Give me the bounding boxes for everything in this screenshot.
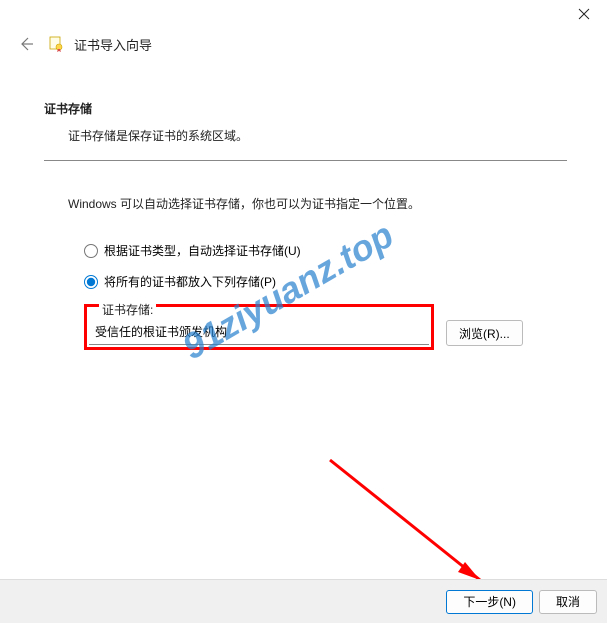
section-title: 证书存储 (44, 100, 567, 117)
radio-auto-label: 根据证书类型，自动选择证书存储(U) (104, 242, 301, 259)
explain-text: Windows 可以自动选择证书存储，你也可以为证书指定一个位置。 (68, 195, 567, 212)
radio-manual-label: 将所有的证书都放入下列存储(P) (104, 273, 276, 290)
wizard-title: 证书导入向导 (74, 35, 152, 54)
next-button[interactable]: 下一步(N) (446, 590, 533, 614)
store-row: 证书存储: 浏览(R)... (84, 304, 567, 350)
highlight-box: 证书存储: (84, 304, 434, 350)
back-button[interactable] (14, 32, 38, 56)
store-fieldset: 证书存储: (89, 309, 429, 345)
close-icon (578, 8, 590, 20)
radio-auto-input[interactable] (84, 244, 98, 258)
store-input[interactable] (89, 319, 429, 345)
radio-auto-select[interactable]: 根据证书类型，自动选择证书存储(U) (84, 242, 567, 259)
wizard-header: 证书导入向导 (14, 32, 152, 56)
divider (44, 160, 567, 161)
radio-manual-input[interactable] (84, 275, 98, 289)
store-legend: 证书存储: (99, 301, 156, 318)
close-button[interactable] (561, 0, 607, 28)
browse-button[interactable]: 浏览(R)... (446, 320, 523, 346)
back-arrow-icon (17, 35, 35, 53)
content-area: 证书存储 证书存储是保存证书的系统区域。 Windows 可以自动选择证书存储，… (44, 100, 567, 350)
section-description: 证书存储是保存证书的系统区域。 (68, 127, 567, 144)
footer-bar: 下一步(N) 取消 (0, 579, 607, 623)
certificate-icon (48, 36, 64, 52)
cancel-button[interactable]: 取消 (539, 590, 597, 614)
radio-group: 根据证书类型，自动选择证书存储(U) 将所有的证书都放入下列存储(P) (84, 242, 567, 290)
radio-manual-select[interactable]: 将所有的证书都放入下列存储(P) (84, 273, 567, 290)
